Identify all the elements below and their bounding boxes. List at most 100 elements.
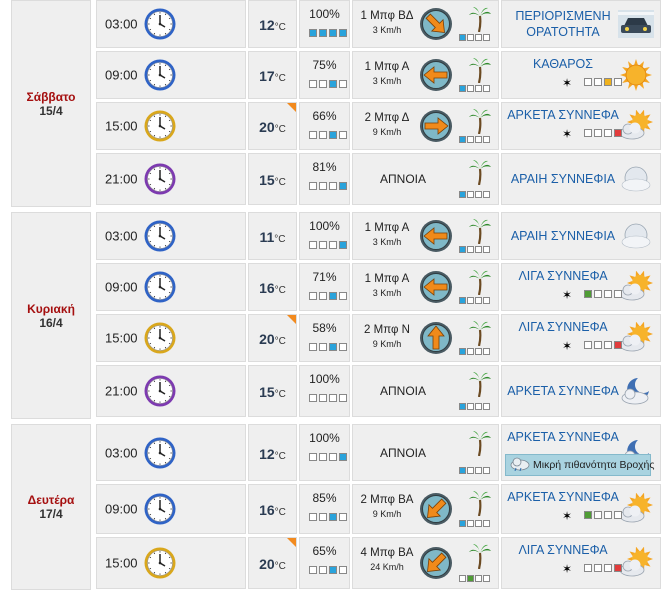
time-label: 03:00 (105, 445, 138, 460)
mosquito-bar-cell (584, 290, 592, 298)
palm-tree-icon (469, 108, 491, 135)
mosquito-bar-cell (584, 341, 592, 349)
mosquito-bar-cell (604, 129, 612, 137)
wind-strength-cell (483, 246, 490, 253)
wind-kmh-label: 3 Km/h (372, 288, 402, 298)
sky-cell: ΑΡΚΕΤΑ ΣΥΝΝΕΦΑ (501, 365, 661, 417)
wind-strength-bar (459, 297, 490, 304)
wind-strength-cell (483, 297, 490, 304)
wind-strength-cell (483, 34, 490, 41)
wind-kmh-label: 9 Km/h (372, 127, 402, 137)
time-cell: 15:00 (96, 314, 246, 362)
palm-tree-icon (469, 371, 491, 398)
wind-cell: 1 Μπφ Α 3 Km/h (352, 51, 499, 99)
sky-condition-line: ΑΡΚΕΤΑ ΣΥΝΝΕΦΑ (507, 108, 619, 122)
clock-icon (143, 109, 177, 143)
clock-icon (143, 270, 177, 304)
wind-strength-cell (475, 467, 482, 474)
wind-compass-icon (419, 7, 453, 41)
wind-strength-cell (475, 403, 482, 410)
suncloud-weather-icon (618, 546, 654, 579)
humidity-bar-cell (329, 182, 337, 190)
wind-cell: 4 Μπφ ΒΑ 24 Km/h (352, 537, 499, 589)
wind-strength-bar (459, 575, 490, 582)
mosquito-bar-cell (604, 511, 612, 519)
wind-strength-cell (459, 191, 466, 198)
wind-strength-cell (475, 348, 482, 355)
humidity-bar-cell (329, 566, 337, 574)
mosquito-bar-cell (594, 564, 602, 572)
humidity-value: 85% (312, 491, 337, 505)
humidity-value: 100% (309, 372, 340, 386)
humidity-bar-cell (319, 453, 327, 461)
humidity-bar-cell (319, 182, 327, 190)
wind-strength-cell (467, 85, 474, 92)
humidity-cell: 75% (299, 51, 350, 99)
sky-condition-line: ΚΑΘΑΡΟΣ (532, 57, 594, 71)
temperature-value: 20°C (249, 331, 296, 347)
humidity-bar-cell (339, 566, 347, 574)
mosquito-bar-cell (614, 290, 622, 298)
mosquito-icon: ✶ (562, 76, 573, 90)
sky-cell: ΠΕΡΙΟΡΙΣΜΕΝΗ ΟΡΑΤΟΤΗΤΑ (501, 0, 661, 48)
day-name: Κυριακή (27, 301, 75, 316)
sky-condition-line: ΑΡΚΕΤΑ ΣΥΝΝΕΦΑ (507, 384, 619, 398)
temperature-cell: 15°C (248, 365, 297, 417)
humidity-cell: 71% (299, 263, 350, 311)
forecast-row: 15:00 20°C 58% 2 Μπφ Ν 9 Km/h ΛΙΓΑ ΣΥΝΝΕΦΑ … (96, 314, 661, 362)
clock-icon (143, 321, 177, 355)
wind-strength-bar (459, 403, 490, 410)
temperature-number: 16 (259, 501, 275, 518)
humidity-value: 100% (309, 431, 340, 445)
sky-cell: ΛΙΓΑ ΣΥΝΝΕΦΑ ✶ (501, 314, 661, 362)
day-header: Κυριακή 16/4 (11, 212, 91, 419)
sky-condition-line: ΑΡΑΙΗ ΣΥΝΝΕΦΙΑ (510, 172, 616, 186)
sky-cell: ΑΡΑΙΗ ΣΥΝΝΕΦΙΑ (501, 212, 661, 260)
heat-flag-icon (287, 315, 296, 324)
mosquito-bar (584, 78, 622, 86)
wind-cell: 2 Μπφ ΒΑ 9 Km/h (352, 484, 499, 534)
temperature-number: 15 (259, 383, 275, 400)
car-weather-icon (618, 8, 654, 40)
humidity-value: 71% (312, 270, 337, 284)
wind-strength-cell (459, 297, 466, 304)
sky-condition-line: ΛΙΓΑ ΣΥΝΝΕΦΑ (518, 543, 608, 557)
day-date: 16/4 (39, 315, 63, 330)
clock-icon (143, 546, 177, 580)
temperature-value: 11°C (249, 229, 296, 245)
wind-strength-cell (475, 575, 482, 582)
humidity-cell: 81% (299, 153, 350, 205)
humidity-bar (309, 343, 347, 351)
rain-chance-label: Μικρή πιθανότητα Βροχής (533, 459, 655, 471)
wind-speed-label: 1 Μπφ ΒΔ (360, 10, 414, 22)
temperature-unit: °C (274, 450, 286, 462)
wind-strength-cell (475, 520, 482, 527)
wind-speed-label: 1 Μπφ Α (364, 61, 410, 73)
sky-condition-line: ΟΡΑΤΟΤΗΤΑ (526, 25, 600, 39)
sky-condition-line: ΑΡΚΕΤΑ ΣΥΝΝΕΦΑ (507, 490, 619, 504)
sky-condition: ΑΡΚΕΤΑ ΣΥΝΝΕΦΑ (504, 489, 622, 505)
mosquito-bar-cell (594, 511, 602, 519)
wind-compass-icon (419, 109, 453, 143)
time-label: 21:00 (105, 171, 138, 187)
temperature-cell: 20°C (248, 537, 297, 589)
wind-cell: 2 Μπφ Ν 9 Km/h (352, 314, 499, 362)
sky-condition: ΚΑΘΑΡΟΣ (504, 56, 622, 72)
mosquito-bar (584, 564, 622, 572)
wind-strength-bar (459, 348, 490, 355)
wind-strength-cell (483, 575, 490, 582)
humidity-bar-cell (309, 343, 317, 351)
day-date: 15/4 (39, 103, 63, 118)
sky-condition-line: ΠΕΡΙΟΡΙΣΜΕΝΗ (515, 9, 611, 23)
moon-weather-icon (618, 163, 654, 195)
mosquito-bar-cell (614, 129, 622, 137)
humidity-value: 58% (312, 321, 337, 335)
mosquito-bar-cell (614, 511, 622, 519)
mosquito-bar-cell (594, 129, 602, 137)
mosquito-bar-cell (604, 564, 612, 572)
palm-tree-icon (469, 159, 491, 186)
wind-speed-label: 4 Μπφ ΒΑ (360, 547, 414, 559)
mosquito-bar-cell (584, 511, 592, 519)
mosquito-bar-cell (604, 341, 612, 349)
wind-strength-cell (483, 520, 490, 527)
